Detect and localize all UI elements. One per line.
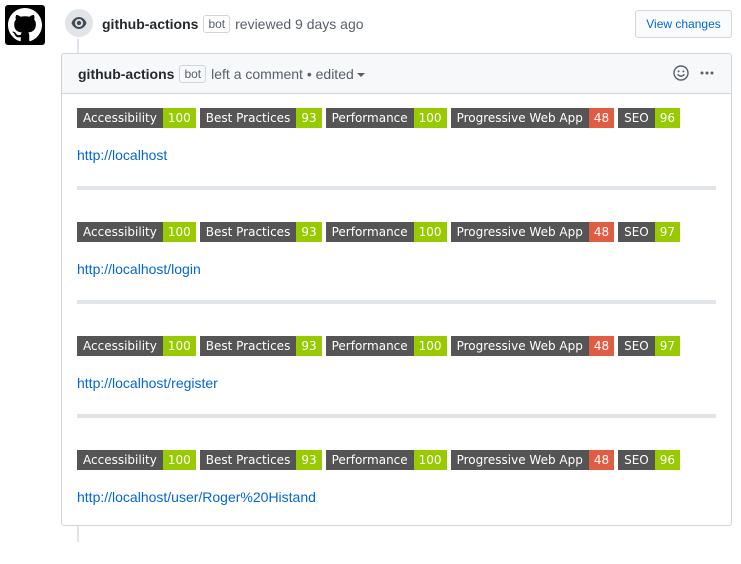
score-badge-label: Best Practices: [199, 222, 297, 242]
score-badge-label: SEO: [618, 336, 655, 356]
score-badge[interactable]: Best Practices 93: [199, 450, 322, 470]
comment-body: Accessibility 100 Best Practices 93 Performa…: [62, 94, 731, 564]
score-badge-label: Accessibility: [77, 450, 163, 470]
score-badge-value: 48: [588, 108, 615, 128]
score-badge-value: 96: [654, 108, 681, 128]
review-action-text: reviewed 9 days ago: [235, 16, 364, 32]
score-badge-label: Performance: [325, 336, 414, 356]
score-badge[interactable]: Performance 100: [325, 222, 447, 242]
score-badge-value: 100: [413, 450, 447, 470]
avatar[interactable]: [5, 5, 45, 45]
score-badge[interactable]: Performance 100: [325, 108, 447, 128]
score-badge-label: Performance: [325, 108, 414, 128]
report-url-link[interactable]: http://localhost: [77, 146, 167, 164]
view-changes-button[interactable]: View changes: [635, 10, 732, 38]
score-badge-value: 100: [162, 108, 196, 128]
score-badge-value: 100: [413, 222, 447, 242]
score-badge[interactable]: Progressive Web App 48: [450, 108, 615, 128]
score-badge-label: Progressive Web App: [450, 108, 589, 128]
comment-author-link[interactable]: github-actions: [78, 66, 174, 82]
score-badge[interactable]: Performance 100: [325, 450, 447, 470]
horizontal-rule: [77, 186, 716, 190]
bot-label: bot: [179, 64, 207, 83]
horizontal-rule: [77, 300, 716, 304]
report-url-link[interactable]: http://localhost/register: [77, 374, 218, 392]
score-badge-value: 48: [588, 450, 615, 470]
score-badges: Accessibility 100 Best Practices 93 Performa…: [77, 222, 716, 242]
report-url-link[interactable]: http://localhost/user/Roger%20Histand: [77, 488, 316, 506]
score-badge[interactable]: Performance 100: [325, 336, 447, 356]
score-badge-label: Best Practices: [199, 108, 297, 128]
bot-label: bot: [203, 15, 231, 33]
score-badge-label: Progressive Web App: [450, 222, 589, 242]
score-badge[interactable]: SEO 97: [618, 336, 681, 356]
score-badge-value: 93: [296, 108, 322, 128]
report-block: Accessibility 100 Best Practices 93 Performa…: [77, 450, 716, 564]
score-badge[interactable]: Progressive Web App 48: [450, 222, 615, 242]
score-badge-value: 97: [654, 336, 681, 356]
score-badge[interactable]: Accessibility 100: [77, 336, 196, 356]
review-header: github-actions bot reviewed 9 days ago: [102, 15, 364, 33]
github-logo-icon: [8, 8, 42, 42]
score-badges: Accessibility 100 Best Practices 93 Performa…: [77, 108, 716, 128]
review-author-link[interactable]: github-actions: [102, 15, 198, 33]
report-url-link[interactable]: http://localhost/login: [77, 260, 201, 278]
score-badge[interactable]: Progressive Web App 48: [450, 450, 615, 470]
kebab-horizontal-icon[interactable]: [699, 65, 715, 81]
comment-actions: [673, 65, 715, 81]
smiley-icon[interactable]: [673, 65, 689, 81]
score-badge-value: 100: [162, 336, 196, 356]
score-badge-label: SEO: [618, 108, 655, 128]
score-badge[interactable]: SEO 96: [618, 450, 681, 470]
horizontal-rule: [77, 414, 716, 418]
score-badge-label: Accessibility: [77, 108, 163, 128]
comment-meta-dropdown[interactable]: left a comment • edited: [211, 66, 365, 82]
eye-icon: [71, 17, 87, 29]
score-badge-label: Performance: [325, 450, 414, 470]
score-badge-value: 48: [588, 222, 615, 242]
score-badge[interactable]: SEO 97: [618, 222, 681, 242]
score-badge-label: Accessibility: [77, 336, 163, 356]
score-badge-value: 48: [588, 336, 615, 356]
review-event-badge: [63, 7, 95, 39]
comment-meta-text: left a comment • edited: [211, 65, 354, 82]
score-badges: Accessibility 100 Best Practices 93 Performa…: [77, 450, 716, 470]
score-badge-label: Progressive Web App: [450, 450, 589, 470]
score-badge-value: 100: [162, 450, 196, 470]
score-badge-label: SEO: [618, 222, 655, 242]
score-badge-value: 100: [162, 222, 196, 242]
score-badge-label: Best Practices: [199, 336, 297, 356]
score-badge[interactable]: Best Practices 93: [199, 108, 322, 128]
score-badge[interactable]: Accessibility 100: [77, 222, 196, 242]
score-badge-value: 93: [296, 336, 322, 356]
score-badge-value: 93: [296, 222, 322, 242]
report-block: Accessibility 100 Best Practices 93 Performa…: [77, 108, 716, 222]
score-badge[interactable]: Accessibility 100: [77, 108, 196, 128]
score-badge[interactable]: Accessibility 100: [77, 450, 196, 470]
score-badge-label: Best Practices: [199, 450, 297, 470]
score-badge-value: 100: [413, 336, 447, 356]
score-badge-value: 97: [654, 222, 681, 242]
score-badge-value: 96: [654, 450, 681, 470]
comment-box: github-actions bot left a comment • edit…: [61, 53, 732, 526]
score-badge[interactable]: Best Practices 93: [199, 222, 322, 242]
comment-header: github-actions bot left a comment • edit…: [62, 54, 731, 94]
report-block: Accessibility 100 Best Practices 93 Performa…: [77, 336, 716, 450]
score-badge[interactable]: Progressive Web App 48: [450, 336, 615, 356]
score-badge[interactable]: SEO 96: [618, 108, 681, 128]
score-badges: Accessibility 100 Best Practices 93 Performa…: [77, 336, 716, 356]
score-badge-label: SEO: [618, 450, 655, 470]
report-block: Accessibility 100 Best Practices 93 Performa…: [77, 222, 716, 336]
score-badge-label: Progressive Web App: [450, 336, 589, 356]
score-badge[interactable]: Best Practices 93: [199, 336, 322, 356]
score-badge-label: Accessibility: [77, 222, 163, 242]
caret-down-icon: [356, 72, 365, 77]
score-badge-value: 100: [413, 108, 447, 128]
score-badge-label: Performance: [325, 222, 414, 242]
score-badge-value: 93: [296, 450, 322, 470]
